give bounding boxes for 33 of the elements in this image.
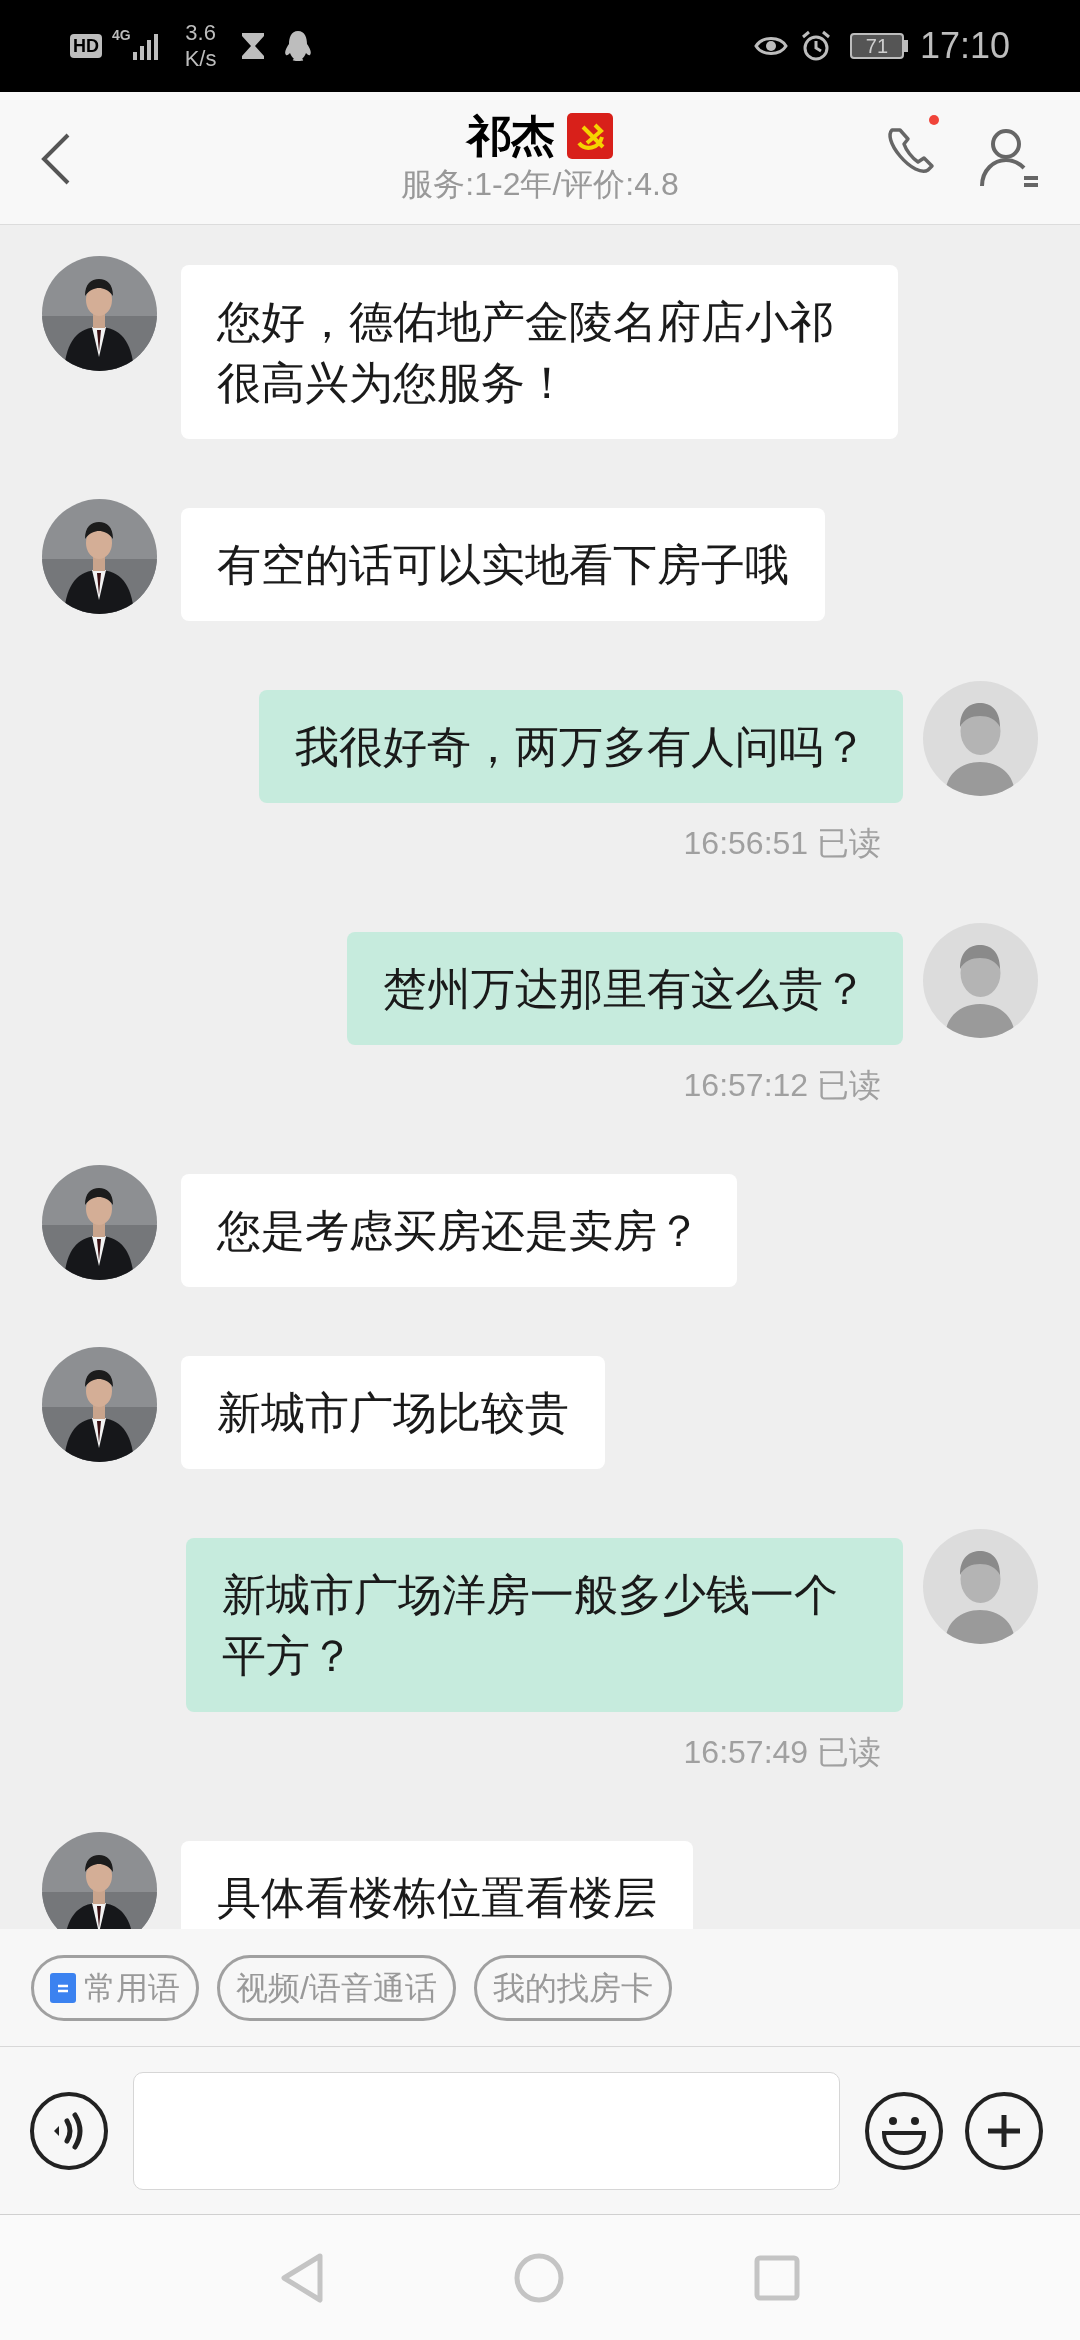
contact-subtitle: 服务:1-2年/评价:4.8 [401,165,679,204]
received-message: 您是考虑买房还是卖房？ [181,1174,737,1287]
signal-icon [130,32,161,60]
contact-name: 祁杰 [467,110,555,162]
quick-reply-chip[interactable]: 常用语 [31,1954,199,2021]
read-receipt: 16:57:49 已读 [683,1733,881,1772]
received-message: 新城市广场比较贵 [181,1356,605,1469]
emblem-icon [567,113,613,159]
sent-message: 楚州万达那里有这么贵？ [347,932,903,1045]
penguin-icon [284,30,313,62]
quick-reply-chip[interactable]: 我的找房卡 [473,1954,672,2021]
sent-message: 我很好奇，两万多有人问吗？ [259,690,903,803]
voice-icon[interactable] [29,2090,109,2171]
emoji-icon[interactable] [864,2090,944,2171]
back-icon[interactable] [40,132,72,186]
hd-badge: HD [70,34,102,58]
hourglass-icon [240,31,267,61]
battery-indicator: 71 [849,33,904,59]
alarm-icon [799,30,832,62]
received-message: 具体看楼栋位置看楼层 [181,1841,693,1929]
plus-icon[interactable] [964,2090,1044,2171]
received-message: 有空的话可以实地看下房子哦 [181,508,825,621]
speed-value: 3.6 [185,20,216,46]
message-input[interactable] [133,2071,840,2190]
speed-unit: K/s [184,46,217,72]
read-receipt: 16:56:51 已读 [683,824,881,863]
network-label: 4G [112,28,131,42]
quick-reply-chip[interactable]: 视频/语音通话 [217,1954,456,2021]
read-receipt: 16:57:12 已读 [683,1066,881,1105]
note-icon [50,1972,76,2003]
sent-message: 新城市广场洋房一般多少钱一个平方？ [186,1538,903,1712]
received-message: 您好，德佑地产金陵名府店小祁很高兴为您服务！ [181,265,898,439]
clock-time: 17:10 [919,24,1010,68]
